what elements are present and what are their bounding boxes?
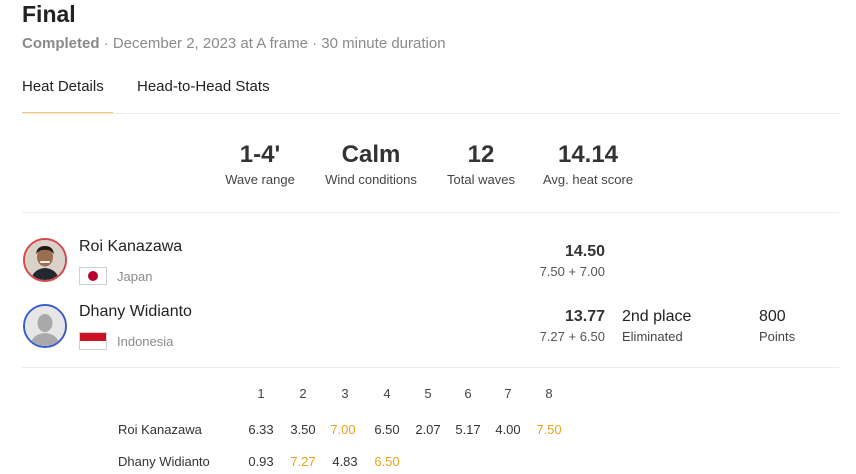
wave-score-cell[interactable]: 4.83 (325, 454, 365, 469)
table-divider (22, 367, 839, 368)
surfer-placement: 2nd place Eliminated (622, 308, 691, 344)
points-value: 800 (759, 308, 786, 325)
stat-label: Total waves (447, 172, 515, 187)
surfer-score: 14.50 7.50 + 7.00 (505, 243, 605, 279)
score-breakdown: 7.50 + 7.00 (539, 264, 605, 279)
stat-wave-range: 1-4' Wave range (221, 140, 299, 187)
stat-total-waves: 12 Total waves (440, 140, 522, 187)
heat-status: Completed (22, 35, 100, 52)
wave-score-cell[interactable]: 6.33 (241, 422, 281, 437)
avatar-dhany-widianto[interactable] (23, 304, 67, 348)
tab-heat-details[interactable]: Heat Details (22, 78, 113, 114)
surfer-name[interactable]: Dhany Widianto (79, 303, 192, 321)
table-row-name: Roi Kanazawa (118, 422, 202, 437)
points-label: Points (759, 329, 796, 344)
wave-column-header: 7 (504, 386, 512, 401)
wave-score-cell[interactable]: 4.00 (488, 422, 528, 437)
heat-title: Final (22, 1, 76, 27)
heat-subtitle: Completed · December 2, 2023 at A frame … (22, 35, 446, 52)
wave-score-cell[interactable]: 2.07 (408, 422, 448, 437)
wave-score-cell[interactable]: 6.50 (367, 422, 407, 437)
surfer-name[interactable]: Roi Kanazawa (79, 238, 182, 256)
indonesia-flag-icon (79, 332, 107, 350)
stat-value: 1-4' (239, 141, 281, 168)
heat-details: · December 2, 2023 at A frame · 30 minut… (99, 35, 446, 52)
wave-score-cell-counted[interactable]: 7.27 (283, 454, 323, 469)
stat-value: 14.14 (557, 141, 619, 168)
wave-column-header: 3 (341, 386, 349, 401)
tabs-divider (22, 113, 839, 114)
surfer-points: 800 Points (759, 308, 795, 344)
stat-value: Calm (341, 141, 401, 168)
wave-column-header: 1 (257, 386, 265, 401)
wave-column-header: 2 (299, 386, 307, 401)
wave-column-header: 5 (424, 386, 432, 401)
heat-total: 13.77 (564, 308, 605, 325)
wave-column-header: 8 (545, 386, 553, 401)
score-breakdown: 7.27 + 6.50 (539, 329, 605, 344)
user-placeholder-icon (25, 306, 65, 346)
wave-score-cell[interactable]: 0.93 (241, 454, 281, 469)
stat-avg-heat-score: 14.14 Avg. heat score (536, 140, 640, 187)
tab-head-to-head-stats[interactable]: Head-to-Head Stats (137, 78, 270, 95)
wave-column-header: 4 (383, 386, 391, 401)
table-row-name: Dhany Widianto (118, 454, 210, 469)
wave-score-cell-counted[interactable]: 6.50 (367, 454, 407, 469)
surfer-country: Japan (117, 269, 153, 284)
heat-total: 14.50 (564, 243, 605, 260)
stat-label: Avg. heat score (542, 172, 634, 187)
wave-column-header: 6 (464, 386, 472, 401)
result-label: Eliminated (622, 329, 683, 344)
stats-divider (22, 212, 839, 213)
surfer-country: Indonesia (117, 334, 174, 349)
stat-wind-conditions: Calm Wind conditions (317, 140, 425, 187)
athlete-photo-icon (25, 240, 65, 280)
tab-bar: Heat Details Head-to-Head Stats (22, 78, 839, 114)
stat-label: Wave range (225, 172, 295, 187)
stat-value: 12 (467, 141, 495, 168)
wave-score-cell[interactable]: 3.50 (283, 422, 323, 437)
surfer-score: 13.77 7.27 + 6.50 (505, 308, 605, 344)
wave-score-cell-counted[interactable]: 7.00 (323, 422, 363, 437)
stat-label: Wind conditions (325, 172, 417, 187)
place-label: 2nd place (622, 308, 692, 325)
avatar-roi-kanazawa[interactable] (23, 238, 67, 282)
wave-score-cell[interactable]: 5.17 (448, 422, 488, 437)
wave-score-cell-counted[interactable]: 7.50 (529, 422, 569, 437)
japan-flag-icon (79, 267, 107, 285)
